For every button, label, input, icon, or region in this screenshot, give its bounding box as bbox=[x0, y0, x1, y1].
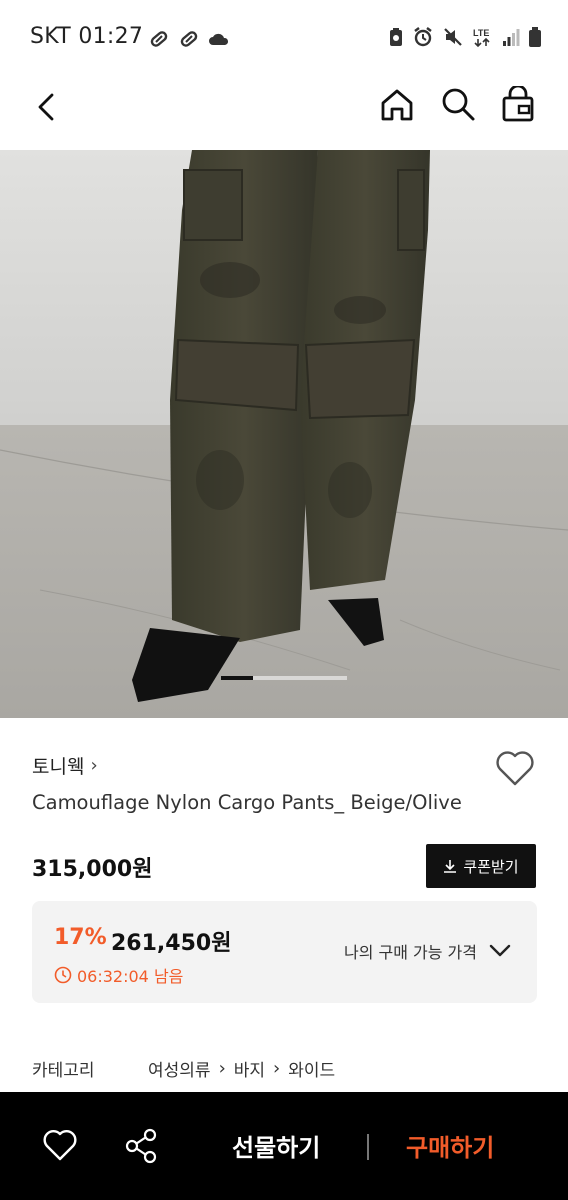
gift-button[interactable]: 선물하기 bbox=[232, 1128, 320, 1163]
divider bbox=[367, 1134, 369, 1160]
product-price: 315,000원 bbox=[32, 857, 153, 882]
top-navigation bbox=[0, 72, 568, 150]
share-icon[interactable] bbox=[124, 1128, 158, 1164]
product-photo bbox=[0, 150, 568, 718]
signal-icon bbox=[503, 29, 520, 46]
shopping-bag-icon[interactable] bbox=[500, 86, 536, 124]
category-row: 카테고리 여성의류 › 바지 › 와이드 bbox=[32, 1056, 335, 1081]
status-right-icons: LTE bbox=[388, 26, 542, 48]
heart-icon[interactable] bbox=[42, 1128, 78, 1162]
search-icon[interactable] bbox=[440, 86, 476, 122]
status-time: SKT 01:27 bbox=[30, 24, 144, 49]
my-price-toggle[interactable]: 나의 구매 가능 가격 bbox=[344, 939, 511, 963]
chevron-down-icon bbox=[489, 944, 511, 957]
category-crumb-1[interactable]: 여성의류 bbox=[148, 1056, 211, 1081]
clock-icon bbox=[54, 966, 72, 984]
product-image[interactable] bbox=[0, 150, 568, 718]
discount-price: 261,450원 bbox=[111, 931, 232, 956]
brand-name: 토니웩 bbox=[32, 756, 85, 778]
carousel-indicator bbox=[221, 676, 347, 680]
mute-icon bbox=[444, 28, 462, 46]
chevron-right-icon: › bbox=[273, 1058, 281, 1079]
category-crumb-2[interactable]: 바지 bbox=[234, 1056, 265, 1081]
battery-saver-icon bbox=[390, 28, 402, 46]
discount-timer: 06:32:04 남음 bbox=[54, 963, 183, 987]
category-crumb-3[interactable]: 와이드 bbox=[288, 1056, 335, 1081]
discount-panel: 17% 261,450원 06:32:04 남음 나의 구매 가능 가격 bbox=[32, 901, 537, 1003]
svg-text:LTE: LTE bbox=[473, 28, 489, 38]
brand-link[interactable]: 토니웩 › bbox=[32, 752, 98, 779]
home-icon[interactable] bbox=[378, 86, 416, 124]
download-icon bbox=[444, 860, 457, 873]
buy-button[interactable]: 구매하기 bbox=[406, 1128, 494, 1163]
bottom-action-bar: 선물하기 구매하기 bbox=[0, 1092, 568, 1200]
product-title: Camouflage Nylon Cargo Pants_ Beige/Oliv… bbox=[32, 791, 462, 814]
chevron-right-icon: › bbox=[218, 1058, 226, 1079]
discount-rate: 17% bbox=[54, 925, 107, 950]
category-label: 카테고리 bbox=[32, 1061, 95, 1081]
coupon-button[interactable]: 쿠폰받기 bbox=[426, 844, 536, 888]
status-bar: SKT 01:27 LTE bbox=[0, 0, 568, 72]
heart-icon[interactable] bbox=[494, 748, 536, 788]
cloud-icon bbox=[209, 33, 229, 45]
battery-icon bbox=[529, 27, 541, 47]
carousel-indicator-active bbox=[221, 676, 253, 680]
alarm-icon bbox=[414, 27, 432, 47]
lte-icon: LTE bbox=[473, 28, 490, 48]
chevron-left-icon[interactable] bbox=[30, 90, 64, 124]
chevron-right-icon: › bbox=[90, 755, 98, 776]
category-breadcrumb: 여성의류 › 바지 › 와이드 bbox=[148, 1056, 335, 1081]
my-price-label: 나의 구매 가능 가격 bbox=[343, 943, 477, 962]
timer-text: 06:32:04 남음 bbox=[77, 967, 184, 986]
pill-icon bbox=[180, 31, 198, 47]
coupon-label: 쿠폰받기 bbox=[463, 857, 519, 876]
pill-icon bbox=[150, 31, 168, 47]
status-left-icons bbox=[148, 28, 230, 50]
